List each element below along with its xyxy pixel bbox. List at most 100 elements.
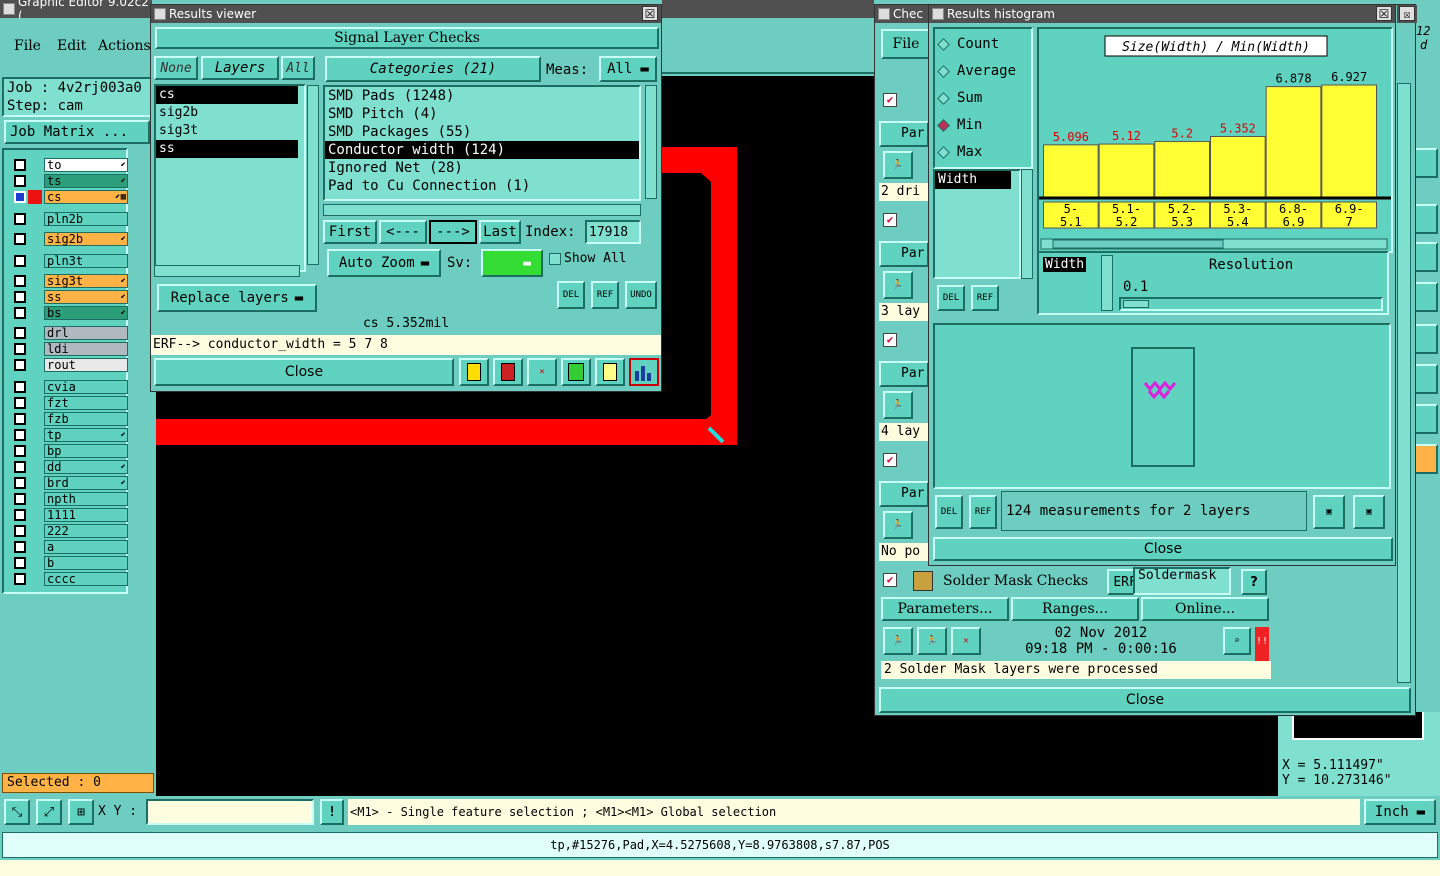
tool-2-icon[interactable] bbox=[493, 358, 523, 386]
stop-icon[interactable]: ✕ bbox=[951, 627, 981, 655]
parameters-button[interactable]: Parameters... bbox=[881, 597, 1009, 621]
checklist-close-button[interactable]: Close bbox=[879, 687, 1411, 713]
histogram-close-button[interactable]: Close bbox=[933, 537, 1393, 561]
categories-button[interactable]: Categories (21) bbox=[325, 56, 541, 82]
mode-radio-max[interactable]: Max bbox=[937, 143, 982, 161]
layer-name[interactable]: pln3t bbox=[44, 254, 128, 268]
layer-name[interactable]: sig2b bbox=[44, 232, 128, 246]
list-item[interactable]: SMD Packages (55) bbox=[325, 123, 639, 141]
tool-icon-3[interactable] bbox=[1414, 242, 1438, 272]
hist-ref-button[interactable]: REF bbox=[971, 285, 999, 311]
list-item[interactable]: cs bbox=[156, 86, 298, 104]
layer-checkbox[interactable] bbox=[14, 573, 26, 585]
layer-checkbox[interactable] bbox=[14, 557, 26, 569]
layer-checkbox[interactable] bbox=[14, 291, 26, 303]
layer-name[interactable]: rout bbox=[44, 358, 128, 372]
del-button[interactable]: DEL bbox=[557, 281, 585, 309]
layer-checkbox[interactable] bbox=[14, 477, 26, 489]
layer-row[interactable]: npth bbox=[12, 492, 128, 506]
layer-name[interactable]: brd bbox=[44, 476, 128, 490]
online-button[interactable]: Online... bbox=[1141, 597, 1269, 621]
report-icon[interactable] bbox=[595, 358, 625, 386]
next-button[interactable]: ---> bbox=[429, 220, 477, 244]
show-all-checkbox[interactable] bbox=[549, 253, 561, 265]
layer-row[interactable]: cs ⬋▦ bbox=[12, 190, 128, 204]
layer-row[interactable]: pln3t bbox=[12, 254, 128, 268]
tool-4-icon[interactable] bbox=[561, 358, 591, 386]
layers-button[interactable]: Layers bbox=[201, 56, 279, 80]
layer-name[interactable]: ss bbox=[44, 290, 128, 304]
tool-icon-4[interactable] bbox=[1414, 282, 1438, 312]
layer-checkbox[interactable] bbox=[14, 343, 26, 355]
layer-name[interactable]: pln2b bbox=[44, 212, 128, 226]
check-item-checkbox[interactable]: ✔ bbox=[883, 213, 897, 227]
layer-name[interactable]: bs bbox=[44, 306, 128, 320]
ranges-button[interactable]: Ranges... bbox=[1011, 597, 1139, 621]
layer-checkbox[interactable] bbox=[14, 233, 26, 245]
layer-name[interactable]: cccc bbox=[44, 572, 128, 586]
layer-checkbox[interactable] bbox=[14, 525, 26, 537]
mode-radio-average[interactable]: Average bbox=[937, 62, 1016, 80]
run-icon[interactable]: 🏃 bbox=[883, 151, 913, 179]
layer-list-scrollbar[interactable] bbox=[307, 85, 319, 265]
layer-checkbox[interactable] bbox=[14, 275, 26, 287]
checklist-scrollbar[interactable] bbox=[1397, 83, 1411, 683]
run-icon[interactable]: 🏃 bbox=[883, 511, 913, 539]
layer-row[interactable]: dd ⬋ bbox=[12, 460, 128, 474]
export-all-icon[interactable]: ▣ bbox=[1353, 495, 1385, 529]
layer-name[interactable]: dd bbox=[44, 460, 128, 474]
list-item[interactable]: SMD Pitch (4) bbox=[325, 105, 639, 123]
layer-checkbox[interactable] bbox=[14, 175, 26, 187]
checklist-close-icon[interactable]: ☒ bbox=[1399, 6, 1415, 21]
grid-tool-icon[interactable]: ⊞ bbox=[68, 799, 94, 825]
layer-row[interactable]: pln2b bbox=[12, 212, 128, 226]
erf-value[interactable]: Soldermask bbox=[1133, 567, 1231, 595]
list-item[interactable]: Ignored Net (28) bbox=[325, 159, 639, 177]
layer-checkbox[interactable] bbox=[14, 307, 26, 319]
layer-row[interactable]: ts ⬋ bbox=[12, 174, 128, 188]
preview-del-button[interactable]: DEL bbox=[935, 495, 963, 529]
hist-del-button[interactable]: DEL bbox=[937, 285, 965, 311]
cursor-tool-icon[interactable] bbox=[1414, 444, 1438, 474]
zoom-icon[interactable]: ⌕ bbox=[1223, 627, 1251, 655]
replace-layers-dropdown[interactable]: Replace layers ▬ bbox=[157, 284, 317, 312]
list-item[interactable]: sig2b bbox=[156, 104, 304, 122]
layer-checkbox[interactable] bbox=[14, 493, 26, 505]
last-button[interactable]: Last bbox=[479, 220, 521, 244]
run-icon[interactable]: 🏃 bbox=[883, 271, 913, 299]
layer-row[interactable]: drl bbox=[12, 326, 128, 340]
layer-name[interactable]: fzb bbox=[44, 412, 128, 426]
layer-name[interactable]: 222 bbox=[44, 524, 128, 538]
tool-icon-5[interactable] bbox=[1414, 324, 1438, 354]
layer-checkbox[interactable] bbox=[14, 359, 26, 371]
measure-list[interactable]: Width bbox=[933, 169, 1021, 279]
tool-icon-6[interactable] bbox=[1414, 364, 1438, 394]
sv-dropdown[interactable]: ▬ bbox=[481, 249, 543, 277]
layer-checkbox[interactable] bbox=[14, 213, 26, 225]
list-item[interactable]: ss bbox=[156, 140, 298, 158]
check-item-checkbox[interactable]: ✔ bbox=[883, 453, 897, 467]
layer-checkbox[interactable] bbox=[14, 327, 26, 339]
layer-row[interactable]: b bbox=[12, 556, 128, 570]
layer-name[interactable]: cvia bbox=[44, 380, 128, 394]
checklist-file-menu[interactable]: File bbox=[881, 29, 931, 59]
mode-radio-min[interactable]: Min bbox=[937, 116, 982, 134]
list-item[interactable]: Conductor width (124) bbox=[325, 141, 639, 159]
menu-actions[interactable]: Actions bbox=[98, 38, 151, 54]
all-button[interactable]: All bbox=[281, 56, 315, 80]
layer-name[interactable]: b bbox=[44, 556, 128, 570]
layer-name[interactable]: ldi bbox=[44, 342, 128, 356]
measure-tool-icon[interactable]: ⤢ bbox=[36, 799, 62, 825]
histogram-icon[interactable] bbox=[629, 358, 659, 386]
layer-row[interactable]: sig2b ⬋ bbox=[12, 232, 128, 246]
layer-row[interactable]: bp bbox=[12, 444, 128, 458]
run-icon[interactable]: 🏃 bbox=[883, 627, 913, 655]
layer-row[interactable]: fzb bbox=[12, 412, 128, 426]
layer-row[interactable]: bs ⬋ bbox=[12, 306, 128, 320]
solder-mask-checkbox[interactable]: ✔ bbox=[883, 573, 897, 587]
category-list-hscroll[interactable] bbox=[323, 204, 641, 216]
measure-list-scrollbar[interactable] bbox=[1021, 169, 1033, 279]
menu-file[interactable]: File bbox=[14, 38, 41, 54]
preview-ref-button[interactable]: REF bbox=[969, 495, 997, 529]
layer-name[interactable]: tp bbox=[44, 428, 128, 442]
